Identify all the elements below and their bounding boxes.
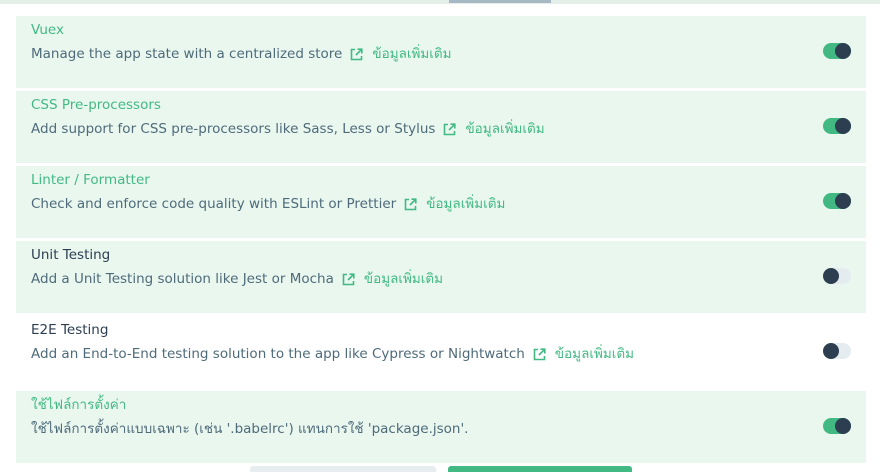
- toggle-knob: [835, 43, 851, 59]
- feature-description: ใช้ไฟล์การตั้งค่าแบบเฉพาะ (เช่น '.babelr…: [31, 420, 851, 438]
- feature-name: Unit Testing: [31, 247, 111, 263]
- previous-button[interactable]: [250, 466, 436, 472]
- feature-description-text: Add support for CSS pre-processors like …: [31, 121, 436, 137]
- unit-testing-toggle[interactable]: [823, 268, 851, 284]
- feature-description-text: Check and enforce code quality with ESLi…: [31, 196, 397, 212]
- more-info-label: ข้อมูลเพิ่มเติม: [465, 121, 545, 137]
- toggle-knob: [835, 418, 851, 434]
- feature-row-css-preprocessors[interactable]: CSS Pre-processors Add support for CSS p…: [16, 91, 866, 163]
- feature-name: ใช้ไฟล์การตั้งค่า: [31, 397, 127, 413]
- more-info-link[interactable]: ข้อมูลเพิ่มเติม: [533, 345, 634, 363]
- feature-selection-page: Vuex Manage the app state with a central…: [0, 0, 880, 472]
- feature-description: Add a Unit Testing solution like Jest or…: [31, 270, 851, 288]
- feature-description: Manage the app state with a centralized …: [31, 45, 851, 63]
- external-link-icon: [404, 197, 417, 211]
- toggle-knob: [823, 343, 839, 359]
- more-info-link[interactable]: ข้อมูลเพิ่มเติม: [342, 270, 443, 288]
- feature-description: Add an End-to-End testing solution to th…: [31, 345, 851, 363]
- more-info-link[interactable]: ข้อมูลเพิ่มเติม: [404, 195, 505, 213]
- toggle-knob: [835, 193, 851, 209]
- more-info-link[interactable]: ข้อมูลเพิ่มเติม: [443, 120, 545, 138]
- feature-row-vuex[interactable]: Vuex Manage the app state with a central…: [16, 16, 866, 88]
- feature-list: Vuex Manage the app state with a central…: [16, 16, 866, 466]
- feature-name: Linter / Formatter: [31, 172, 150, 188]
- config-files-toggle[interactable]: [823, 418, 851, 434]
- next-button[interactable]: [448, 466, 632, 472]
- feature-name: E2E Testing: [31, 322, 109, 338]
- feature-name: CSS Pre-processors: [31, 97, 161, 113]
- more-info-label: ข้อมูลเพิ่มเติม: [372, 46, 452, 62]
- feature-description-text: Manage the app state with a centralized …: [31, 46, 343, 62]
- feature-description-text: Add a Unit Testing solution like Jest or…: [31, 271, 334, 287]
- feature-description-text: ใช้ไฟล์การตั้งค่าแบบเฉพาะ (เช่น '.babelr…: [31, 421, 469, 437]
- active-step-indicator: [449, 0, 551, 3]
- linter-formatter-toggle[interactable]: [823, 193, 851, 209]
- vuex-toggle[interactable]: [823, 43, 851, 59]
- feature-row-dedicated-config-files[interactable]: ใช้ไฟล์การตั้งค่า ใช้ไฟล์การตั้งค่าแบบเฉ…: [16, 391, 866, 463]
- feature-description: Check and enforce code quality with ESLi…: [31, 195, 851, 213]
- e2e-testing-toggle[interactable]: [823, 343, 851, 359]
- feature-name: Vuex: [31, 22, 64, 38]
- external-link-icon: [533, 347, 546, 361]
- feature-row-unit-testing[interactable]: Unit Testing Add a Unit Testing solution…: [16, 241, 866, 313]
- feature-row-linter-formatter[interactable]: Linter / Formatter Check and enforce cod…: [16, 166, 866, 238]
- toggle-knob: [823, 268, 839, 284]
- feature-row-e2e-testing[interactable]: E2E Testing Add an End-to-End testing so…: [16, 316, 866, 388]
- top-border: [0, 0, 880, 4]
- external-link-icon: [443, 122, 457, 136]
- css-preprocessors-toggle[interactable]: [823, 118, 851, 134]
- external-link-icon: [342, 272, 355, 286]
- external-link-icon: [350, 47, 363, 61]
- more-info-label: ข้อมูลเพิ่มเติม: [363, 271, 444, 287]
- more-info-label: ข้อมูลเพิ่มเติม: [426, 196, 506, 212]
- more-info-label: ข้อมูลเพิ่มเติม: [554, 346, 635, 362]
- feature-description: Add support for CSS pre-processors like …: [31, 120, 851, 138]
- more-info-link[interactable]: ข้อมูลเพิ่มเติม: [350, 45, 452, 63]
- toggle-knob: [835, 118, 851, 134]
- feature-description-text: Add an End-to-End testing solution to th…: [31, 346, 525, 362]
